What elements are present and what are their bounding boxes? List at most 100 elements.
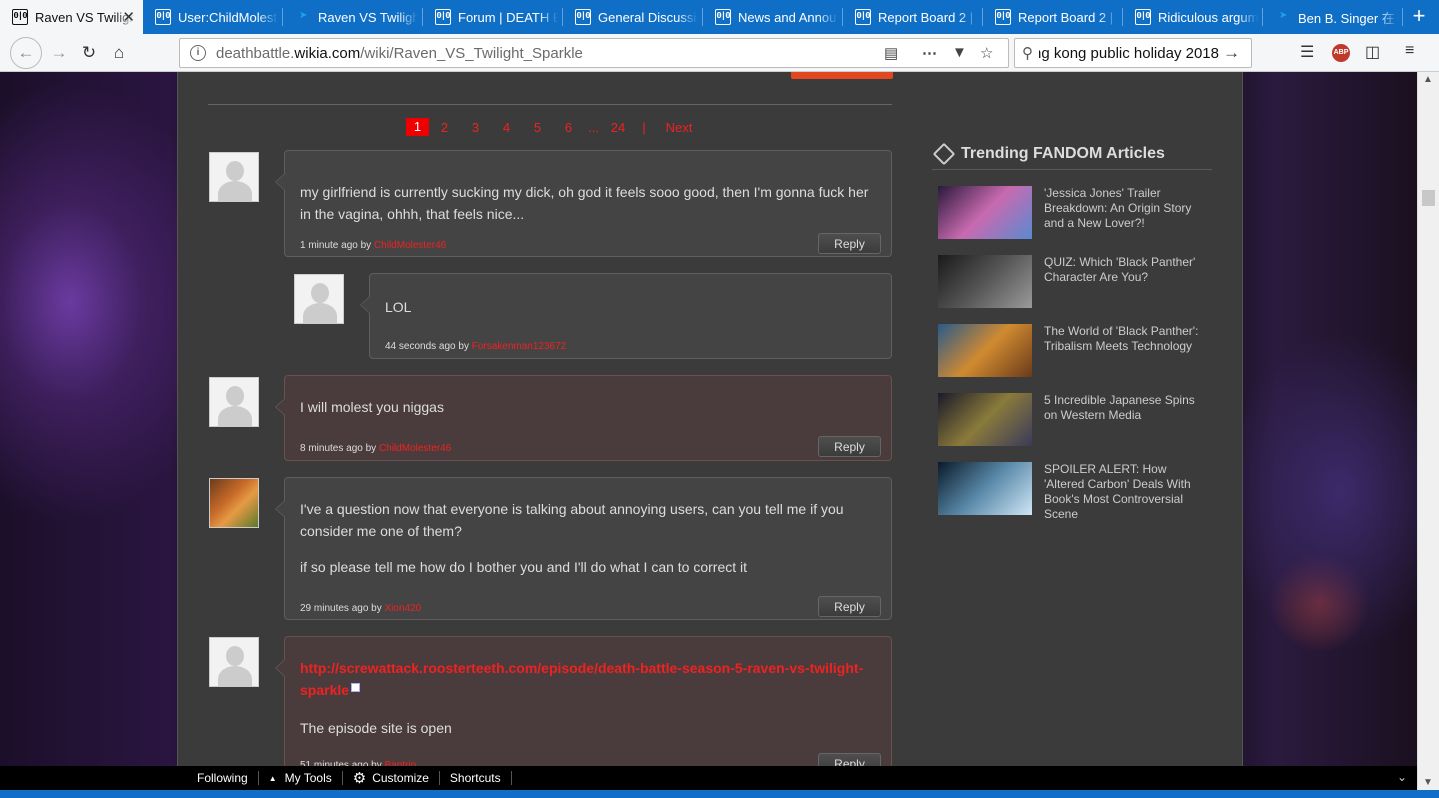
scroll-down-icon[interactable]: ▼ — [1423, 777, 1433, 788]
caret-up-icon: ▲ — [268, 773, 277, 783]
tab-6[interactable]: 0|0 News and Annou — [703, 0, 843, 34]
info-icon[interactable]: i — [190, 45, 206, 61]
tab-2[interactable]: 0|0 User:ChildMolest — [143, 0, 283, 34]
reply-button[interactable]: Reply — [818, 753, 881, 766]
new-tab-button[interactable]: + — [1406, 0, 1432, 34]
menu-icon[interactable]: ≡ — [1405, 42, 1414, 60]
pagination-page[interactable]: 4 — [491, 120, 522, 135]
article-thumbnail[interactable] — [938, 462, 1032, 515]
pagination-page[interactable]: 24 — [603, 120, 633, 135]
comment-link[interactable]: http://screwattack.roosterteeth.com/epis… — [300, 660, 863, 698]
search-icon: ⚲ — [1022, 45, 1033, 62]
article-title[interactable]: The World of 'Black Panther': Tribalism … — [1044, 324, 1206, 377]
reply-button[interactable]: Reply — [818, 233, 881, 254]
article-thumbnail[interactable] — [938, 255, 1032, 308]
wikia-icon: 0|0 — [435, 9, 451, 25]
reply-button[interactable]: Reply — [818, 596, 881, 617]
comment-time: 8 minutes ago by — [300, 443, 377, 454]
home-icon: ⌂ — [113, 42, 125, 62]
pagination-page[interactable]: 2 — [429, 120, 460, 135]
article-title[interactable]: 'Jessica Jones' Trailer Breakdown: An Or… — [1044, 186, 1206, 239]
browser-window: 0|0 Raven VS Twilight ✕ 0|0 User:ChildMolest… — [0, 0, 1439, 798]
tab-title: Forum | DEATH B — [458, 9, 558, 25]
article-thumbnail[interactable] — [938, 393, 1032, 446]
trending-article[interactable]: 'Jessica Jones' Trailer Breakdown: An Or… — [938, 186, 1206, 239]
default-avatar[interactable] — [209, 377, 259, 427]
reply-button[interactable]: Reply — [818, 436, 881, 457]
forward-button[interactable]: → — [44, 38, 74, 68]
article-thumbnail[interactable] — [938, 324, 1032, 377]
reader-view-icon[interactable]: ▤ — [884, 44, 898, 62]
page-actions-icon[interactable]: ⋯ — [922, 44, 937, 62]
customize-button[interactable]: ⚙ Customize — [343, 770, 440, 787]
trending-article[interactable]: SPOILER ALERT: How 'Altered Carbon' Deal… — [938, 462, 1206, 522]
tab-5[interactable]: 0|0 General Discussio — [563, 0, 703, 34]
trending-rail: Trending FANDOM Articles 'Jessica Jones'… — [932, 142, 1212, 521]
pagination-page[interactable]: 5 — [522, 120, 553, 135]
search-input[interactable] — [1039, 44, 1219, 62]
library-icon[interactable]: ☰ — [1300, 42, 1314, 62]
default-avatar[interactable] — [209, 152, 259, 202]
vertical-scrollbar[interactable]: ▲ ▼ — [1417, 72, 1439, 790]
comment-bubble: LOL 44 seconds ago by Forsakenman123672 — [360, 273, 892, 359]
url-host: deathbattle. — [216, 44, 295, 62]
tab-3[interactable]: ➤ Raven VS Twilight — [283, 0, 423, 34]
scrollbar-thumb[interactable] — [1422, 190, 1435, 206]
pagination-page[interactable]: 3 — [460, 120, 491, 135]
tab-title: General Discussio — [598, 9, 698, 25]
comment-bubble: my girlfriend is currently sucking my di… — [275, 150, 892, 257]
tab-10[interactable]: ➤ Ben B. Singer 在 T — [1263, 0, 1403, 34]
article-title[interactable]: SPOILER ALERT: How 'Altered Carbon' Deal… — [1044, 462, 1206, 522]
adblock-icon[interactable]: ABP — [1332, 44, 1350, 62]
fox-avatar[interactable] — [209, 478, 259, 528]
pagination: 1 2 3 4 5 6... 24 | Next — [406, 118, 703, 136]
search-go-icon[interactable]: → — [1223, 43, 1240, 63]
fandom-heart-icon — [932, 142, 956, 165]
trending-title: Trending FANDOM Articles — [961, 144, 1165, 162]
url-path: /wiki/Raven_VS_Twilight_Sparkle — [360, 44, 583, 62]
trending-article[interactable]: The World of 'Black Panther': Tribalism … — [938, 324, 1206, 377]
customize-label: Customize — [372, 771, 429, 785]
comment-author-link[interactable]: ChildMolester46 — [379, 443, 451, 454]
shortcuts-button[interactable]: Shortcuts — [440, 771, 512, 785]
toolbar-collapse-icon[interactable]: ⌄ — [1397, 770, 1407, 784]
url-bar[interactable]: i deathbattle.wikia.com/wiki/Raven_VS_Tw… — [179, 38, 1009, 68]
article-title[interactable]: QUIZ: Which 'Black Panther' Character Ar… — [1044, 255, 1206, 308]
tab-8[interactable]: 0|0 Report Board 2 | ( — [983, 0, 1123, 34]
comment-text: if so please tell me how do I bother you… — [300, 559, 748, 575]
article-thumbnail[interactable] — [938, 186, 1032, 239]
tab-7[interactable]: 0|0 Report Board 2 | ( — [843, 0, 983, 34]
article-title[interactable]: 5 Incredible Japanese Spins on Western M… — [1044, 393, 1206, 446]
my-tools-button[interactable]: ▲ My Tools — [259, 771, 343, 785]
scroll-up-icon[interactable]: ▲ — [1423, 74, 1433, 85]
pagination-next[interactable]: Next — [655, 120, 703, 135]
bookmark-star-icon[interactable]: ☆ — [980, 44, 993, 62]
post-comment-button[interactable] — [791, 72, 893, 79]
shortcuts-label: Shortcuts — [449, 771, 501, 785]
back-button[interactable]: ← — [10, 36, 42, 69]
home-button[interactable]: ⌂ — [104, 38, 134, 68]
default-avatar[interactable] — [294, 274, 344, 324]
tab-9[interactable]: 0|0 Ridiculous argum — [1123, 0, 1263, 34]
comment-author-link[interactable]: ChildMolester46 — [374, 240, 446, 251]
pocket-icon[interactable]: ▼ — [952, 44, 967, 61]
wikia-toolbar: Following ▲ My Tools ⚙ Customize Shortcuts… — [0, 766, 1417, 790]
trending-article[interactable]: QUIZ: Which 'Black Panther' Character Ar… — [938, 255, 1206, 308]
pagination-page[interactable]: 1 — [406, 118, 429, 136]
search-bar[interactable]: ⚲ → — [1014, 38, 1252, 68]
article-content: 1 2 3 4 5 6... 24 | Next my girlfriend is curren… — [177, 72, 1243, 766]
pagination-page[interactable]: 6 — [553, 120, 584, 135]
reload-button[interactable]: ↻ — [74, 38, 104, 68]
tab-1[interactable]: 0|0 Raven VS Twilight ✕ — [0, 0, 143, 34]
following-button[interactable]: Following — [187, 771, 259, 785]
trending-article[interactable]: 5 Incredible Japanese Spins on Western M… — [938, 393, 1206, 446]
tab-4[interactable]: 0|0 Forum | DEATH B — [423, 0, 563, 34]
comment-author-link[interactable]: Xion420 — [385, 603, 422, 614]
comment-time: 44 seconds ago by — [385, 341, 469, 352]
url-text[interactable]: deathbattle.wikia.com/wiki/Raven_VS_Twil… — [216, 45, 583, 62]
tab-title: Report Board 2 | ( — [878, 9, 978, 25]
comment-author-link[interactable]: Forsakenman123672 — [472, 341, 567, 352]
sidebar-toggle-icon[interactable]: ◫ — [1365, 42, 1380, 62]
close-tab-icon[interactable]: ✕ — [122, 8, 135, 26]
default-avatar[interactable] — [209, 637, 259, 687]
